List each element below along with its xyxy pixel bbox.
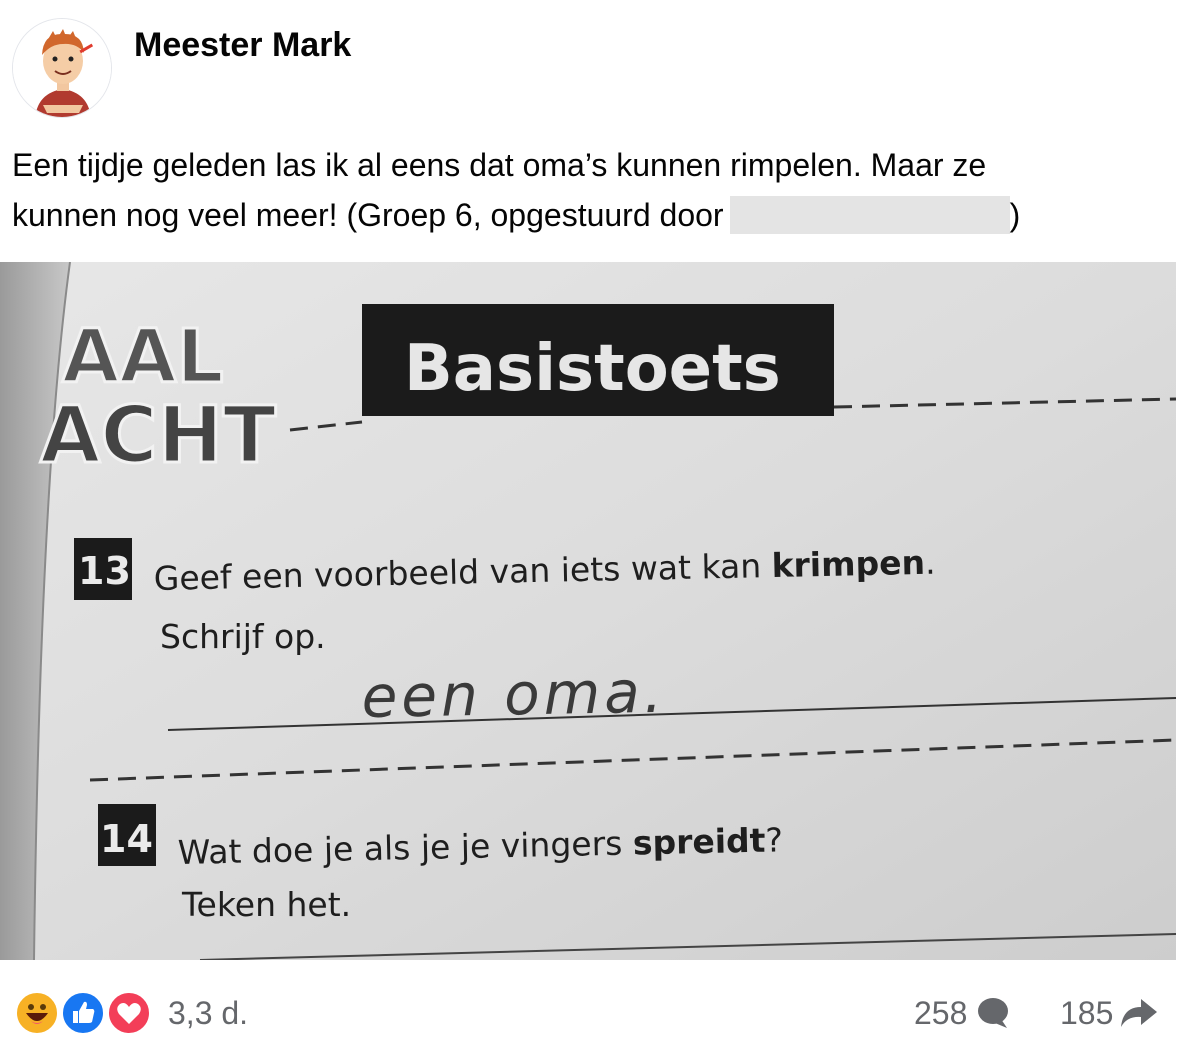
- author-name[interactable]: Meester Mark: [134, 26, 351, 65]
- post-footer: 3,3 d. 258 185: [0, 970, 1182, 1044]
- comments-count-value: 258: [914, 995, 968, 1031]
- caption-end: ): [1009, 197, 1021, 233]
- shares-count[interactable]: 185: [1060, 990, 1159, 1036]
- cartoon-avatar-icon: [13, 19, 111, 117]
- post-photo[interactable]: AAL ACHT Basistoets 13 Geef een voorbeel…: [0, 262, 1176, 960]
- shares-count-value: 185: [1060, 995, 1114, 1031]
- timestamp[interactable]: 3,3 d.: [168, 990, 248, 1036]
- comments-count[interactable]: 258: [914, 990, 1011, 1036]
- caption-line-2: kunnen nog veel meer! (Groep 6, opgestuu…: [12, 197, 724, 233]
- caption-line-1: Een tijdje geleden las ik al eens dat om…: [12, 147, 987, 183]
- redacted-name: [729, 196, 1010, 234]
- love-icon: [106, 990, 152, 1036]
- post-header: Meester Mark: [0, 0, 1182, 120]
- question-14-number: 14: [100, 817, 153, 861]
- author-avatar[interactable]: [12, 18, 112, 118]
- question-13-instruction: Schrijf op.: [160, 617, 326, 656]
- worksheet-photo: AAL ACHT Basistoets 13 Geef een voorbeel…: [0, 262, 1176, 960]
- like-icon: [60, 990, 106, 1036]
- question-13-number: 13: [78, 549, 131, 593]
- haha-icon: [14, 990, 60, 1036]
- banner-title: Basistoets: [404, 332, 781, 406]
- logo-line-1: AAL: [62, 314, 224, 400]
- comment-icon: [978, 998, 1009, 1028]
- question-14-instruction: Teken het.: [181, 885, 351, 924]
- post-caption: Een tijdje geleden las ik al eens dat om…: [12, 140, 1172, 240]
- reaction-icons[interactable]: [14, 990, 154, 1036]
- share-icon: [1121, 999, 1158, 1027]
- logo-line-2: ACHT: [40, 391, 276, 481]
